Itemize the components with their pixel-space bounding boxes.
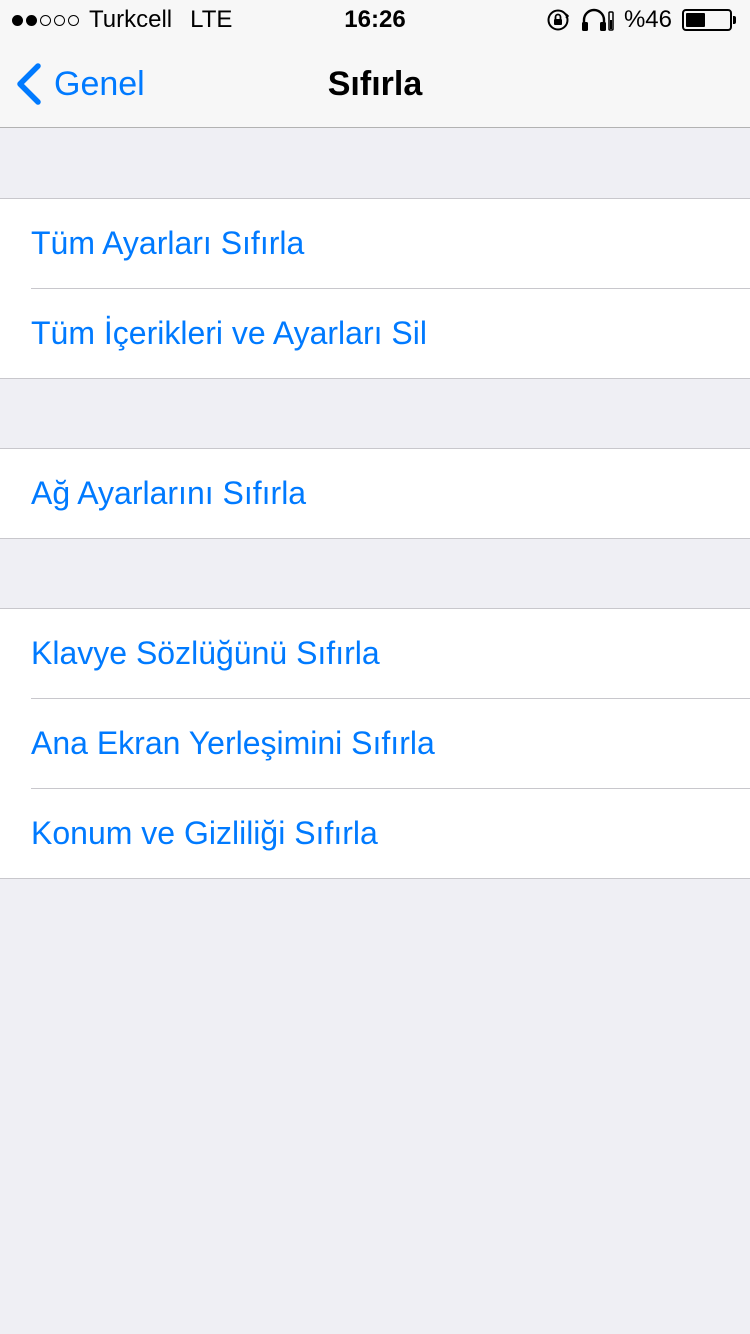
reset-keyboard-dictionary-row[interactable]: Klavye Sözlüğünü Sıfırla [0, 609, 750, 698]
headphones-icon [581, 8, 614, 31]
page-title: Sıfırla [327, 65, 423, 103]
orientation-lock-icon [547, 9, 570, 31]
reset-all-settings-row[interactable]: Tüm Ayarları Sıfırla [0, 199, 750, 288]
reset-location-privacy-row[interactable]: Konum ve Gizliliği Sıfırla [0, 788, 750, 878]
battery-icon [682, 9, 736, 31]
status-right: %46 [546, 0, 736, 40]
status-bar: Turkcell LTE 16:26 %46 [0, 0, 750, 40]
battery-body [682, 9, 732, 31]
reset-group-network: Ağ Ayarlarını Sıfırla [0, 448, 750, 539]
battery-tip [733, 16, 736, 24]
reset-network-settings-row[interactable]: Ağ Ayarlarını Sıfırla [0, 449, 750, 538]
reset-home-screen-layout-row[interactable]: Ana Ekran Yerleşimini Sıfırla [0, 698, 750, 788]
battery-fill [686, 13, 706, 27]
navigation-bar: Genel Sıfırla [0, 40, 750, 128]
top-chrome: Turkcell LTE 16:26 %46 Genel Sıfırla [0, 0, 750, 128]
reset-group-other: Klavye Sözlüğünü Sıfırla Ana Ekran Yerle… [0, 608, 750, 879]
erase-all-content-row[interactable]: Tüm İçerikleri ve Ayarları Sil [0, 288, 750, 378]
battery-percent: %46 [623, 6, 672, 33]
reset-group-general: Tüm Ayarları Sıfırla Tüm İçerikleri ve A… [0, 198, 750, 379]
